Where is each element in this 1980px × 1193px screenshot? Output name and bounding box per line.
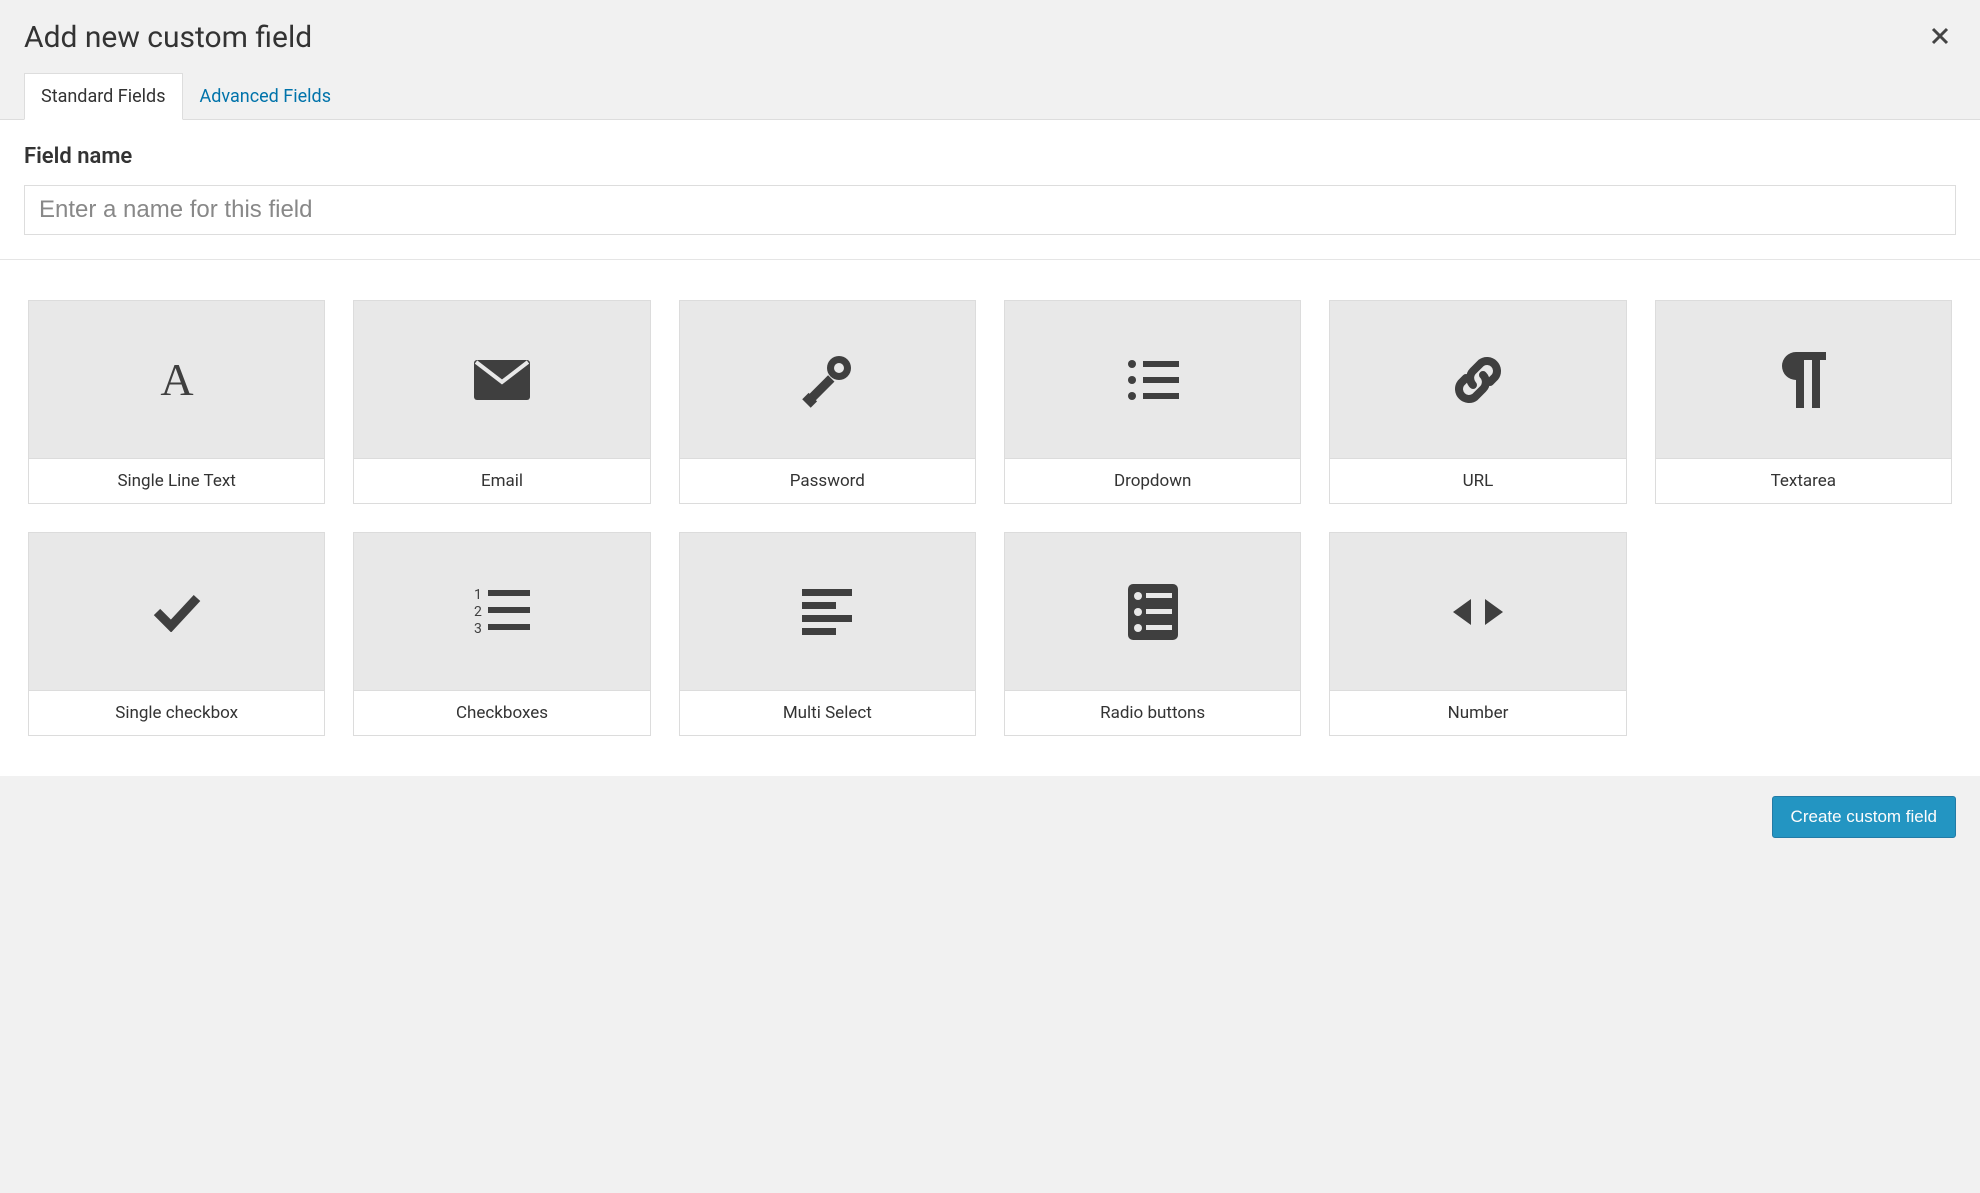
key-icon [680,301,975,459]
field-type-label: Number [1330,691,1625,735]
field-type-label: Email [354,459,649,503]
field-type-label: Multi Select [680,691,975,735]
field-types-grid: A Single Line Text Email Password [28,300,1952,736]
field-name-label: Field name [24,144,1956,169]
field-type-label: URL [1330,459,1625,503]
field-type-password[interactable]: Password [679,300,976,504]
list-ul-icon [1005,301,1300,459]
field-type-checkboxes[interactable]: 123 Checkboxes [353,532,650,736]
paragraph-icon [1656,301,1951,459]
close-button[interactable] [1924,20,1956,55]
field-type-label: Single checkbox [29,691,324,735]
arrows-h-icon [1330,533,1625,691]
field-type-email[interactable]: Email [353,300,650,504]
field-type-label: Checkboxes [354,691,649,735]
field-type-radio-buttons[interactable]: Radio buttons [1004,532,1301,736]
modal-footer: Create custom field [0,776,1980,858]
svg-text:2: 2 [474,604,482,620]
field-type-multi-select[interactable]: Multi Select [679,532,976,736]
close-icon [1930,34,1950,49]
field-name-panel: Field name [0,120,1980,260]
field-type-url[interactable]: URL [1329,300,1626,504]
add-custom-field-modal: Add new custom field Standard Fields Adv… [0,0,1980,858]
svg-text:1: 1 [474,587,482,603]
list-radio-icon [1005,533,1300,691]
envelope-icon [354,301,649,459]
tabs: Standard Fields Advanced Fields [0,55,1980,120]
field-type-label: Radio buttons [1005,691,1300,735]
svg-text:3: 3 [474,621,482,637]
field-types-panel: A Single Line Text Email Password [0,260,1980,776]
check-icon [29,533,324,691]
list-ol-icon: 123 [354,533,649,691]
align-left-icon [680,533,975,691]
field-type-number[interactable]: Number [1329,532,1626,736]
tab-standard-fields[interactable]: Standard Fields [24,73,183,120]
field-type-textarea[interactable]: Textarea [1655,300,1952,504]
field-name-input[interactable] [24,185,1956,235]
field-type-label: Password [680,459,975,503]
letter-a-icon: A [29,301,324,459]
create-custom-field-button[interactable]: Create custom field [1772,796,1956,838]
modal-title: Add new custom field [24,20,312,55]
field-type-dropdown[interactable]: Dropdown [1004,300,1301,504]
field-type-label: Dropdown [1005,459,1300,503]
svg-text:A: A [160,355,193,405]
field-type-label: Single Line Text [29,459,324,503]
field-type-label: Textarea [1656,459,1951,503]
field-type-single-checkbox[interactable]: Single checkbox [28,532,325,736]
tab-advanced-fields[interactable]: Advanced Fields [183,73,348,120]
field-type-single-line-text[interactable]: A Single Line Text [28,300,325,504]
link-icon [1330,301,1625,459]
modal-header: Add new custom field [0,0,1980,55]
